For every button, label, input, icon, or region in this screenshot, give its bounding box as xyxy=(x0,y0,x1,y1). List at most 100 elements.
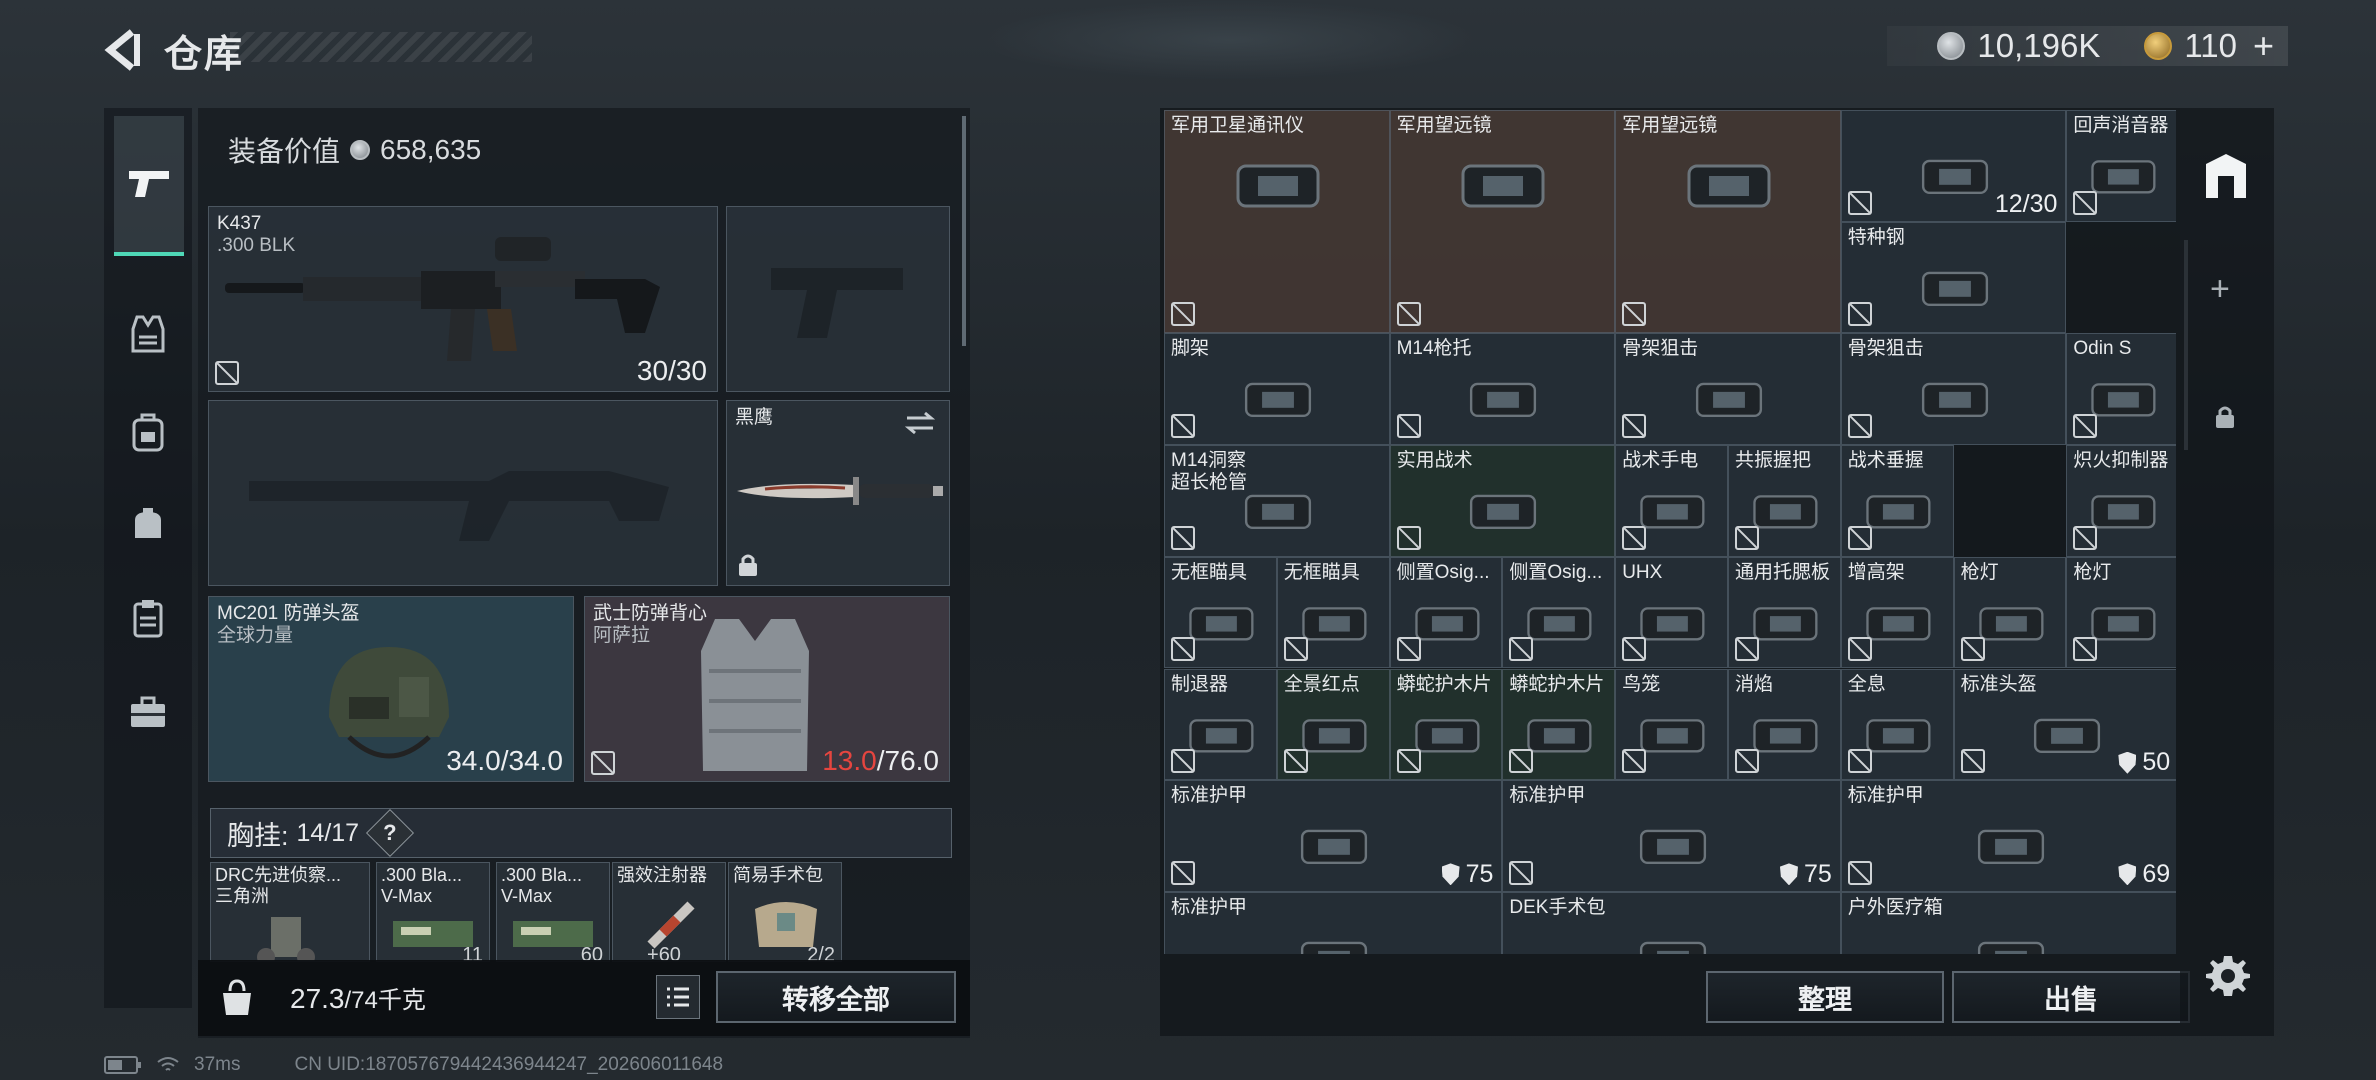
sort-button[interactable]: 整理 xyxy=(1706,971,1944,1023)
storage-item[interactable]: 标准头盔 50 xyxy=(1953,668,2176,781)
tab-weapons[interactable] xyxy=(114,116,184,256)
backpack-icon xyxy=(132,413,164,452)
storage-item[interactable]: 战术垂握 xyxy=(1840,445,1954,557)
storage-item[interactable]: 侧置Osig... xyxy=(1502,556,1616,669)
add-currency-button[interactable]: + xyxy=(2253,25,2274,67)
storage-item[interactable]: Odin S xyxy=(2066,333,2176,446)
storage-item[interactable]: 标准护甲 75 xyxy=(1502,780,1841,892)
no-insurance-icon xyxy=(1171,525,1195,550)
storage-item[interactable]: 制退器 xyxy=(1164,668,1277,781)
locked-storage-tab[interactable] xyxy=(2214,404,2236,435)
back-button[interactable] xyxy=(100,28,144,72)
no-insurance-icon xyxy=(1735,637,1759,662)
item-name: DRC先进侦察... xyxy=(215,865,341,885)
storage-item[interactable]: 军用望远镜 xyxy=(1389,110,1616,334)
storage-item[interactable]: 增高架 xyxy=(1840,556,1954,669)
item-name: 蟒蛇护木片 xyxy=(1396,673,1492,695)
storage-item[interactable]: 骨架狙击 xyxy=(1840,333,2067,446)
item-name: 军用卫星通讯仪 xyxy=(1171,115,1305,136)
help-button[interactable]: ? xyxy=(366,808,415,858)
tab-backpack[interactable] xyxy=(114,398,182,466)
chest-item[interactable]: 强效注射器 +60 xyxy=(612,862,726,962)
storage-item[interactable]: 12/30 xyxy=(1840,110,2067,222)
no-insurance-icon xyxy=(215,361,239,385)
storage-item[interactable]: 户外医疗箱 xyxy=(1840,891,2176,954)
storage-item[interactable]: 标准护甲 69 xyxy=(1840,780,2176,892)
storage-item[interactable]: 鸟笼 xyxy=(1615,668,1728,781)
storage-item[interactable]: 实用战术 xyxy=(1389,445,1616,557)
primary-weapon-slot[interactable]: K437.300 BLK 30/30 xyxy=(208,206,718,392)
no-insurance-icon xyxy=(2073,525,2098,550)
item-count: 12/30 xyxy=(1995,190,2058,219)
loadout-scrollbar[interactable] xyxy=(962,116,966,346)
storage-item[interactable]: 蟒蛇护木片 xyxy=(1502,668,1616,781)
settings-gear-icon[interactable] xyxy=(2204,952,2252,1000)
armor-faction: 阿萨拉 xyxy=(593,625,651,646)
tab-clipboard[interactable] xyxy=(114,584,182,652)
battery-icon xyxy=(104,1056,141,1074)
storage-item[interactable]: 全景红点 xyxy=(1276,668,1390,781)
storage-item[interactable]: 骨架狙击 xyxy=(1615,333,1841,446)
item-name: 骨架狙击 xyxy=(1622,338,1699,360)
item-name: 战术手电 xyxy=(1622,450,1699,472)
transfer-all-button[interactable]: 转移全部 xyxy=(716,971,956,1023)
storage-item[interactable]: 枪灯 xyxy=(1953,556,2067,669)
kettlebell-icon xyxy=(223,979,251,1015)
storage-item[interactable]: 共振握把 xyxy=(1728,445,1841,557)
storage-item[interactable]: 侧置Osig... xyxy=(1389,556,1503,669)
melee-slot[interactable]: 黑鹰 xyxy=(726,400,950,586)
storage-item[interactable]: 回声消音器 xyxy=(2066,110,2176,222)
storage-grid: 军用卫星通讯仪 军用望远镜 军用望远镜 12/30 回声消音器 特种钢 脚架 M14枪托 骨架狙… xyxy=(1164,110,2176,954)
no-insurance-icon xyxy=(1735,525,1759,550)
add-storage-button[interactable]: + xyxy=(2210,270,2230,309)
storage-item[interactable]: 军用望远镜 xyxy=(1615,110,1841,334)
sell-button[interactable]: 出售 xyxy=(1952,971,2190,1023)
storage-item[interactable]: M14枪托 xyxy=(1389,333,1616,446)
storage-item[interactable]: 标准护甲 75 xyxy=(1164,780,1503,892)
tab-pouch[interactable] xyxy=(114,490,182,558)
tab-vest[interactable] xyxy=(114,300,182,368)
item-name: 增高架 xyxy=(1847,561,1905,583)
storage-item[interactable]: 战术手电 xyxy=(1615,445,1728,557)
tab-case[interactable] xyxy=(114,678,182,746)
storage-item[interactable]: 特种钢 xyxy=(1840,221,2067,334)
storage-item[interactable]: 无框瞄具 xyxy=(1164,556,1277,669)
no-insurance-icon xyxy=(1622,525,1647,550)
no-insurance-icon xyxy=(1960,749,1985,774)
storage-item[interactable]: 通用托腮板 xyxy=(1728,556,1841,669)
storage-item[interactable]: 脚架 xyxy=(1164,333,1390,446)
chest-item[interactable]: .300 Bla... V-Max 60 xyxy=(496,862,610,962)
sidearm-slot-empty[interactable] xyxy=(726,206,950,392)
storage-item[interactable]: 军用卫星通讯仪 xyxy=(1164,110,1390,334)
title-decoration xyxy=(230,32,532,62)
armor-slot[interactable]: 武士防弹背心 阿萨拉 13.0/76.0 xyxy=(584,596,950,782)
no-insurance-icon xyxy=(1622,414,1647,439)
item-name: 消焰 xyxy=(1735,673,1774,695)
storage-item[interactable]: DEK手术包 xyxy=(1502,891,1841,954)
storage-item[interactable]: UHX xyxy=(1615,556,1728,669)
storage-item[interactable]: 消焰 xyxy=(1728,668,1841,781)
armor-name: 武士防弹背心 xyxy=(593,603,708,624)
storage-item[interactable]: 枪灯 xyxy=(2066,556,2176,669)
storage-item[interactable]: 蟒蛇护木片 xyxy=(1389,668,1503,781)
chest-item[interactable]: DRC先进侦察... 三角洲 xyxy=(210,862,370,962)
armor-shield-icon xyxy=(2118,751,2137,774)
chest-item[interactable]: .300 Bla... V-Max 11 xyxy=(376,862,490,962)
storage-item[interactable]: 无框瞄具 xyxy=(1276,556,1390,669)
storage-item[interactable]: 炽火抑制器 xyxy=(2066,445,2176,557)
swap-icon[interactable] xyxy=(905,411,935,435)
storage-item[interactable]: M14洞察 超长枪管 xyxy=(1164,445,1390,557)
item-name: 制退器 xyxy=(1171,673,1229,695)
list-view-button[interactable] xyxy=(656,975,700,1019)
no-insurance-icon xyxy=(1509,637,1534,662)
secondary-weapon-slot-empty[interactable] xyxy=(208,400,718,586)
warehouse-tab[interactable] xyxy=(2200,150,2252,207)
chest-item[interactable]: 简易手术包 2/2 xyxy=(728,862,842,962)
helmet-slot[interactable]: MC201 防弹头盔 全球力量 34.0/34.0 xyxy=(208,596,574,782)
armor-shield-icon xyxy=(2118,863,2137,886)
storage-item[interactable]: 标准护甲 xyxy=(1164,891,1503,954)
storage-item[interactable]: 全息 xyxy=(1840,668,1954,781)
no-insurance-icon xyxy=(1735,749,1759,774)
rifle-silhouette-icon xyxy=(249,471,669,541)
item-name: 战术垂握 xyxy=(1847,450,1924,472)
